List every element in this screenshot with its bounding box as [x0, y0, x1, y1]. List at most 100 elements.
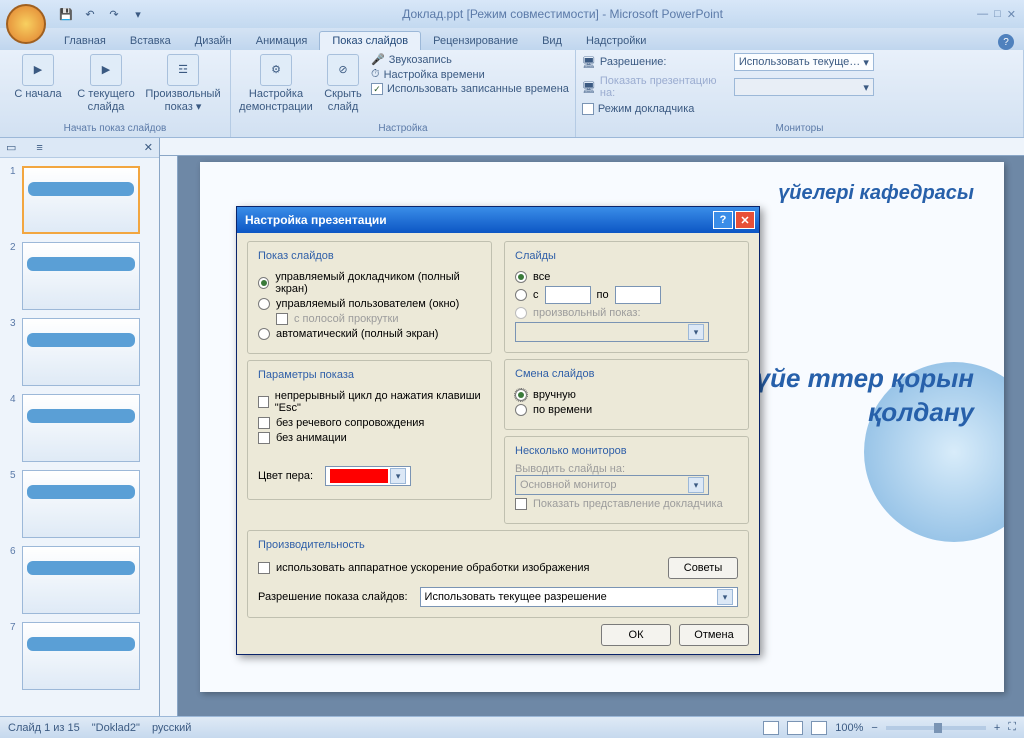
slide-thumb-1[interactable]: 1	[10, 166, 149, 234]
tips-button[interactable]: Советы	[668, 557, 738, 579]
close-icon[interactable]: ✕	[1007, 8, 1016, 21]
checkbox-icon: ✓	[371, 83, 383, 95]
tab-home[interactable]: Главная	[52, 32, 118, 50]
slide-header-text: үйелері кафедрасы	[778, 182, 974, 205]
tab-design[interactable]: Дизайн	[183, 32, 244, 50]
chevron-down-icon: ▾	[863, 56, 869, 69]
check-no-animation[interactable]: без анимации	[258, 432, 481, 444]
to-spin[interactable]	[615, 286, 661, 304]
from-spin[interactable]	[545, 286, 591, 304]
status-lang[interactable]: русский	[152, 722, 191, 734]
save-icon[interactable]: 💾	[56, 4, 76, 24]
check-presenter-view: Показать представление докладчика	[515, 498, 738, 510]
monitor-icon: 🖥	[582, 81, 596, 94]
outline-tab-icon[interactable]: ≡	[36, 142, 42, 154]
sorter-view-button[interactable]	[787, 721, 803, 735]
check-no-narration[interactable]: без речевого сопровождения	[258, 417, 481, 429]
slide-thumb-7[interactable]: 7	[10, 622, 149, 690]
zoom-slider[interactable]	[886, 726, 986, 730]
custom-show-dropdown: ▾	[515, 322, 709, 342]
from-start-button[interactable]: ▶С начала	[6, 52, 70, 103]
rehearse-timings-button[interactable]: ⏱Настройка времени	[371, 67, 569, 82]
normal-view-button[interactable]	[763, 721, 779, 735]
slide-thumb-2[interactable]: 2	[10, 242, 149, 310]
tab-review[interactable]: Рецензирование	[421, 32, 530, 50]
pen-color-dropdown[interactable]: ▾	[325, 466, 411, 486]
slide-thumb-5[interactable]: 5	[10, 470, 149, 538]
thumbnails-panel: ▭ ≡ ✕ 1 2 3 4 5 6 7	[0, 138, 160, 716]
status-theme: "Doklad2"	[92, 722, 140, 734]
slideshow-view-button[interactable]	[811, 721, 827, 735]
slideshow-res-dropdown[interactable]: Использовать текущее разрешение▾	[420, 587, 738, 607]
radio-user-window[interactable]: управляемый пользователем (окно)	[258, 298, 481, 310]
ribbon: ▶С начала ▶С текущего слайда ☲Произвольн…	[0, 50, 1024, 138]
statusbar: Слайд 1 из 15 "Doklad2" русский 100% − +…	[0, 716, 1024, 738]
maximize-icon[interactable]: □	[994, 8, 1001, 21]
zoom-in-icon[interactable]: +	[994, 722, 1000, 734]
qat-dropdown-icon[interactable]: ▾	[128, 4, 148, 24]
minimize-icon[interactable]: —	[977, 8, 988, 21]
presenter-view-check[interactable]: Режим докладчика	[582, 102, 1017, 116]
redo-icon[interactable]: ↷	[104, 4, 124, 24]
group-show-title: Показ слайдов	[254, 250, 338, 262]
setup-show-button[interactable]: ⚙Настройка демонстрации	[237, 52, 315, 115]
cancel-button[interactable]: Отмена	[679, 624, 749, 646]
group-slides-title: Слайды	[511, 250, 560, 262]
slides-tab-icon[interactable]: ▭	[6, 141, 16, 154]
tab-view[interactable]: Вид	[530, 32, 574, 50]
radio-by-time[interactable]: по времени	[515, 404, 738, 416]
play-current-icon: ▶	[90, 54, 122, 86]
setup-show-dialog: Настройка презентации ? ✕ Показ слайдов …	[236, 206, 760, 655]
use-timings-check[interactable]: ✓Использовать записанные времена	[371, 82, 569, 96]
ribbon-tabs: Главная Вставка Дизайн Анимация Показ сл…	[0, 28, 1024, 50]
monitor-dropdown: Основной монитор▾	[515, 475, 709, 495]
group-advance-title: Смена слайдов	[511, 368, 598, 380]
zoom-out-icon[interactable]: −	[871, 722, 877, 734]
fit-window-icon[interactable]: ⛶	[1008, 721, 1016, 734]
hide-slide-button[interactable]: ⊘Скрыть слайд	[319, 52, 367, 115]
titlebar: 💾 ↶ ↷ ▾ Доклад.ppt [Режим совместимости]…	[0, 0, 1024, 28]
ruler-vertical	[160, 156, 178, 716]
dialog-close-button[interactable]: ✕	[735, 211, 755, 229]
radio-all-slides[interactable]: все	[515, 271, 738, 283]
custom-show-icon: ☲	[167, 54, 199, 86]
dialog-titlebar[interactable]: Настройка презентации ? ✕	[237, 207, 759, 233]
group-start-label: Начать показ слайдов	[6, 123, 224, 135]
tab-animation[interactable]: Анимация	[244, 32, 320, 50]
show-on-dropdown[interactable]: ▾	[734, 78, 874, 96]
undo-icon[interactable]: ↶	[80, 4, 100, 24]
record-narration-button[interactable]: 🎤Звукозапись	[371, 52, 569, 67]
tab-slideshow[interactable]: Показ слайдов	[319, 31, 421, 50]
zoom-percent[interactable]: 100%	[835, 722, 863, 734]
tab-insert[interactable]: Вставка	[118, 32, 183, 50]
tab-addins[interactable]: Надстройки	[574, 32, 658, 50]
radio-presenter-full[interactable]: управляемый докладчиком (полный экран)	[258, 271, 481, 295]
ruler-horizontal	[160, 138, 1024, 156]
group-multi-title: Несколько мониторов	[511, 445, 631, 457]
slide-thumb-6[interactable]: 6	[10, 546, 149, 614]
checkbox-icon	[582, 103, 594, 115]
custom-show-button[interactable]: ☲Произвольный показ ▾	[142, 52, 224, 115]
slide-thumb-3[interactable]: 3	[10, 318, 149, 386]
help-icon[interactable]: ?	[998, 34, 1014, 50]
office-button[interactable]	[6, 4, 46, 44]
ok-button[interactable]: ОК	[601, 624, 671, 646]
radio-auto-full[interactable]: автоматический (полный экран)	[258, 328, 481, 340]
check-loop-esc[interactable]: непрерывный цикл до нажатия клавиши "Esc…	[258, 390, 481, 414]
radio-slide-range[interactable]: спо	[515, 286, 738, 304]
check-hw-accel[interactable]: использовать аппаратное ускорение обрабо…	[258, 562, 668, 574]
dialog-help-button[interactable]: ?	[713, 211, 733, 229]
chevron-down-icon: ▾	[863, 81, 869, 94]
close-pane-icon[interactable]: ✕	[144, 141, 153, 154]
group-setup-label: Настройка	[237, 123, 569, 135]
group-monitors-label: Мониторы	[582, 123, 1017, 135]
from-current-button[interactable]: ▶С текущего слайда	[74, 52, 138, 115]
mic-icon: 🎤	[371, 53, 385, 66]
resolution-dropdown[interactable]: Использовать текуще…▾	[734, 53, 874, 71]
radio-manual[interactable]: вручную	[515, 389, 738, 401]
resolution-label: Разрешение:	[600, 56, 730, 68]
slide-thumb-4[interactable]: 4	[10, 394, 149, 462]
radio-custom-show: произвольный показ:	[515, 307, 738, 319]
window-title: Доклад.ppt [Режим совместимости] - Micro…	[148, 7, 977, 21]
hide-slide-icon: ⊘	[327, 54, 359, 86]
